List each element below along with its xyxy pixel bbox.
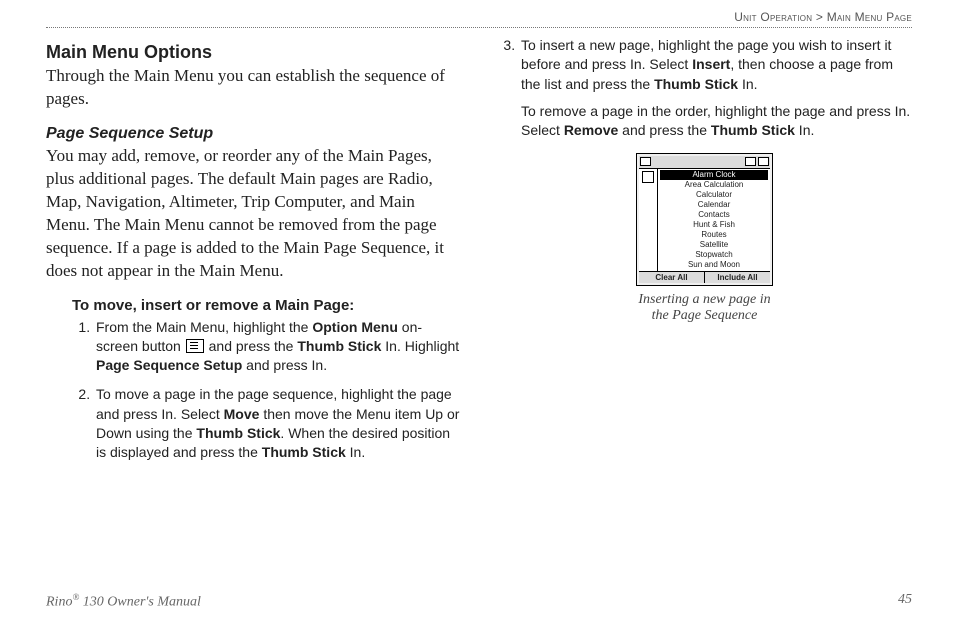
device-bottombar: Clear All Include All: [639, 271, 770, 283]
step-1: From the Main Menu, highlight the Option…: [94, 318, 461, 376]
page-footer: Rino® 130 Owner's Manual 45: [46, 592, 912, 611]
step-text: From the Main Menu, highlight the: [96, 319, 312, 335]
breadcrumb: Unit Operation > Main Menu Page: [46, 10, 912, 27]
page-number: 45: [898, 592, 912, 611]
procedure-heading: To move, insert or remove a Main Page:: [72, 297, 461, 314]
sidebar-square-icon: [642, 171, 654, 183]
step-bold: Thumb Stick: [262, 444, 346, 460]
device-body: Alarm Clock Area Calculation Calculator …: [639, 169, 770, 271]
list-item: Routes: [660, 230, 768, 240]
step-bold: Insert: [692, 56, 730, 72]
header-rule: [46, 27, 912, 28]
step-text: and press In.: [242, 357, 327, 373]
titlebar-close-icon: [758, 157, 769, 166]
list-item: Alarm Clock: [660, 170, 768, 180]
clear-all-button: Clear All: [639, 272, 705, 283]
footer-text: Rino: [46, 595, 72, 610]
step-text: and press the: [205, 338, 298, 354]
caption-line: the Page Sequence: [652, 308, 758, 323]
procedure-steps-right: To insert a new page, highlight the page…: [497, 36, 912, 141]
figure-caption: Inserting a new page in the Page Sequenc…: [497, 292, 912, 326]
step-bold: Thumb Stick: [654, 76, 738, 92]
option-menu-icon: [186, 339, 204, 353]
breadcrumb-sep: >: [816, 10, 823, 24]
step-text: and press the: [618, 122, 711, 138]
step-text: In.: [795, 122, 814, 138]
list-item: Sun and Moon: [660, 260, 768, 270]
left-column: Main Menu Options Through the Main Menu …: [46, 36, 461, 473]
step-text: In. Highlight: [381, 338, 459, 354]
titlebar-box-icon: [640, 157, 651, 166]
step-bold: Thumb Stick: [196, 425, 280, 441]
step-bold: Remove: [564, 122, 618, 138]
caption-line: Inserting a new page in: [638, 292, 770, 307]
step-bold: Thumb Stick: [711, 122, 795, 138]
step-bold: Move: [224, 406, 260, 422]
list-item: Contacts: [660, 210, 768, 220]
list-item: Stopwatch: [660, 250, 768, 260]
footer-product: Rino® 130 Owner's Manual: [46, 592, 201, 611]
manual-page: Unit Operation > Main Menu Page Main Men…: [0, 0, 954, 621]
subsection-body: You may add, remove, or reorder any of t…: [46, 145, 461, 283]
device-titlebar: [639, 156, 770, 169]
step-text: In.: [738, 76, 757, 92]
procedure-steps-left: From the Main Menu, highlight the Option…: [72, 318, 461, 463]
include-all-button: Include All: [705, 272, 770, 283]
step-bold: Option Menu: [312, 319, 398, 335]
list-item: Calendar: [660, 200, 768, 210]
right-column: To insert a new page, highlight the page…: [497, 36, 912, 473]
device-screenshot: Alarm Clock Area Calculation Calculator …: [636, 153, 773, 286]
device-list: Alarm Clock Area Calculation Calculator …: [658, 169, 770, 271]
step-3: To insert a new page, highlight the page…: [519, 36, 912, 141]
page-title: Main Menu Options: [46, 42, 461, 63]
step-2: To move a page in the page sequence, hig…: [94, 385, 461, 462]
list-item: Satellite: [660, 240, 768, 250]
list-item: Area Calculation: [660, 180, 768, 190]
step-text: In.: [346, 444, 365, 460]
intro-paragraph: Through the Main Menu you can establish …: [46, 65, 461, 111]
step-bold: Page Sequence Setup: [96, 357, 242, 373]
list-item: Hunt & Fish: [660, 220, 768, 230]
titlebar-menu-icon: [745, 157, 756, 166]
footer-text: 130 Owner's Manual: [79, 595, 201, 610]
step-bold: Thumb Stick: [297, 338, 381, 354]
subsection-title: Page Sequence Setup: [46, 125, 461, 143]
breadcrumb-page: Main Menu Page: [827, 10, 912, 24]
figure: Alarm Clock Area Calculation Calculator …: [497, 153, 912, 326]
content-columns: Main Menu Options Through the Main Menu …: [46, 36, 912, 473]
device-sidebar: [639, 169, 658, 271]
list-item: Calculator: [660, 190, 768, 200]
breadcrumb-section: Unit Operation: [734, 10, 812, 24]
